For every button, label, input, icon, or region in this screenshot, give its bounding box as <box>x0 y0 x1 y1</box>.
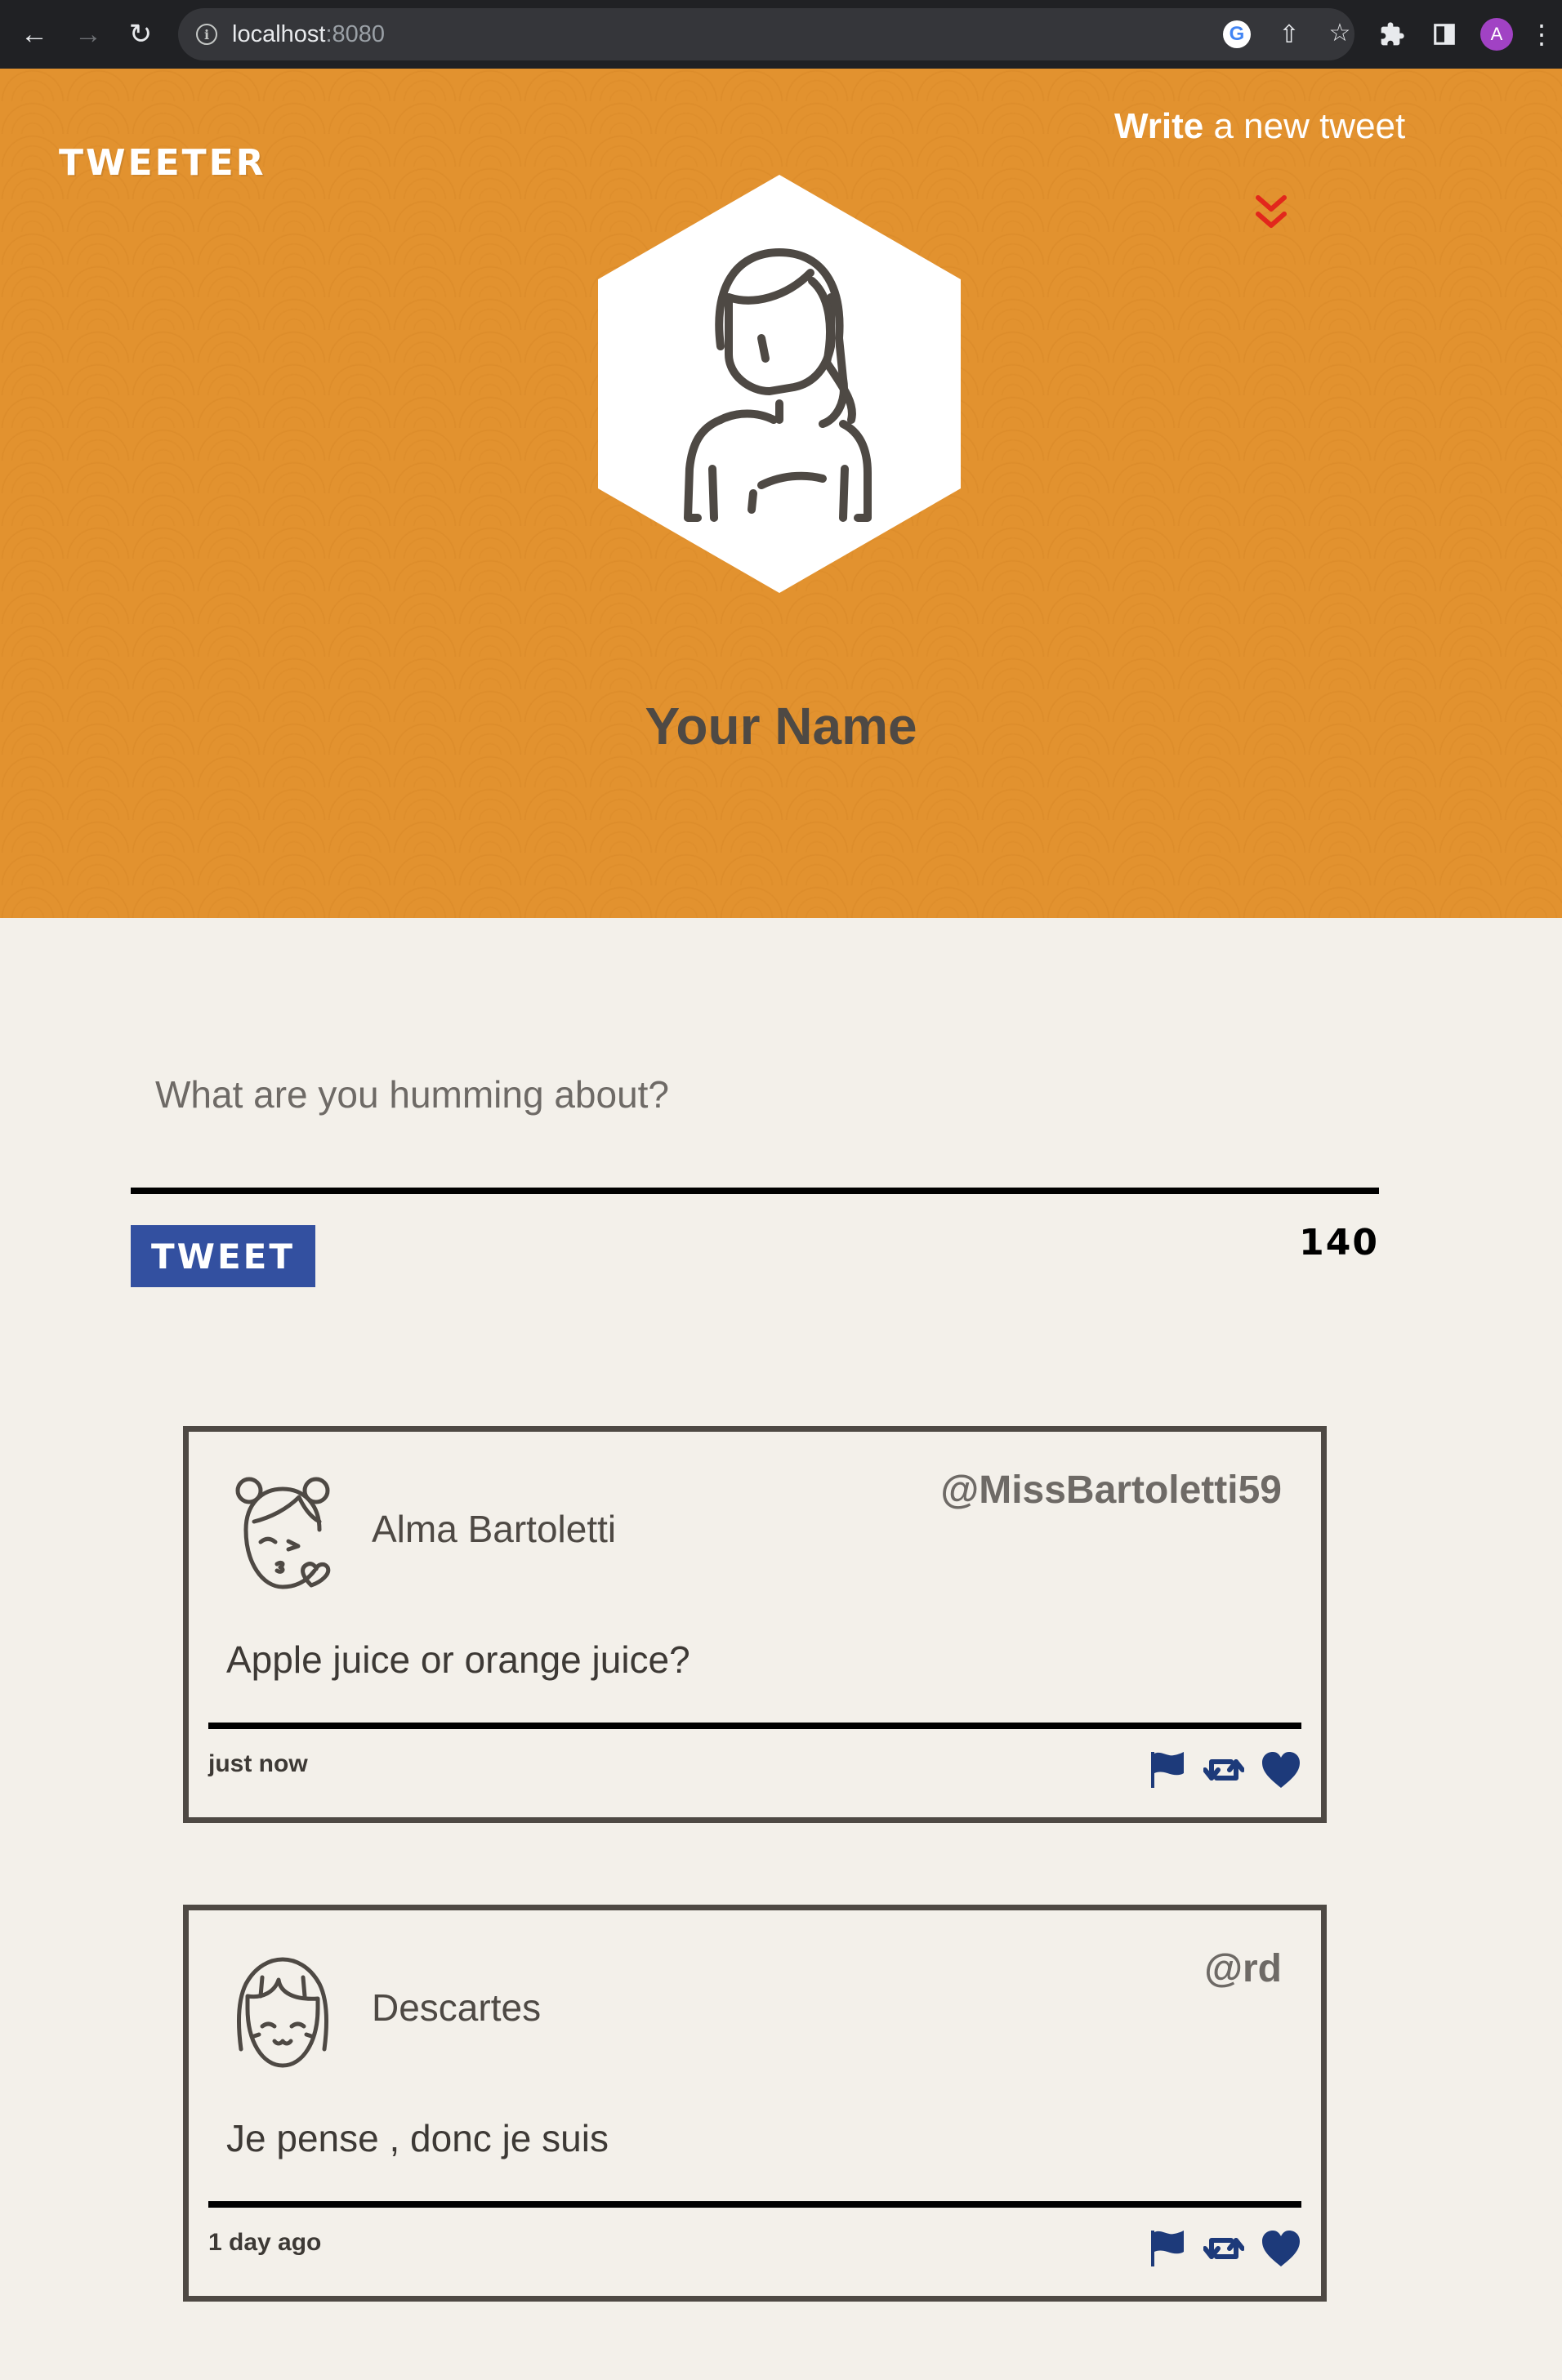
write-bold-text: Write <box>1114 106 1204 146</box>
extensions-puzzle-icon[interactable] <box>1374 16 1410 52</box>
retweet-icon[interactable] <box>1203 1750 1244 1789</box>
reload-icon[interactable]: ↻ <box>123 16 158 52</box>
flag-icon[interactable] <box>1146 1750 1187 1789</box>
girl-buns-kiss-icon <box>235 1477 331 1589</box>
heart-icon[interactable] <box>1261 1750 1301 1789</box>
tweet-author-name: Descartes <box>372 1986 542 2029</box>
address-bar[interactable]: i localhost:8080 G ⇧ ☆ <box>178 8 1354 60</box>
tweet-author-handle: @MissBartoletti59 <box>940 1469 1282 1512</box>
girl-bangs-smile-icon <box>237 1957 328 2068</box>
browser-menu-icon[interactable]: ⋮ <box>1529 16 1555 52</box>
url-host: localhost <box>232 21 326 47</box>
tweet-content: Je pense , donc je suis <box>226 2117 609 2159</box>
profile-header: TWEETER Write a new tweet Your Name <box>0 69 1562 918</box>
site-info-icon[interactable]: i <box>196 24 217 45</box>
url-port: :8080 <box>325 21 386 47</box>
bookmark-star-icon[interactable]: ☆ <box>1323 16 1356 49</box>
tweet-submit-button[interactable]: TWEET <box>131 1225 315 1287</box>
character-counter: 140 <box>1299 1222 1379 1264</box>
tweet-card: Alma Bartoletti @MissBartoletti59 Apple … <box>183 1426 1327 1823</box>
app-logo[interactable]: TWEETER <box>59 142 266 184</box>
tweet-divider <box>208 2201 1301 2208</box>
tweet-timestamp: 1 day ago <box>208 2229 322 2256</box>
heart-icon[interactable] <box>1261 2229 1301 2268</box>
google-lens-icon[interactable]: G <box>1221 18 1253 51</box>
tweet-author-handle: @rd <box>1204 1947 1282 1990</box>
user-avatar <box>598 175 961 593</box>
flag-icon[interactable] <box>1146 2229 1187 2268</box>
tweet-content: Apple juice or orange juice? <box>226 1638 690 1681</box>
tweet-actions <box>1146 2227 1301 2270</box>
back-arrow-icon[interactable]: ← <box>16 16 52 52</box>
profile-avatar[interactable]: A <box>1479 16 1515 52</box>
share-icon[interactable]: ⇧ <box>1273 18 1305 51</box>
tweet-divider <box>208 1723 1301 1729</box>
tweet-timestamp: just now <box>208 1750 308 1777</box>
double-chevron-down-icon[interactable] <box>1253 191 1289 232</box>
write-new-tweet-link[interactable]: Write a new tweet <box>1114 106 1405 147</box>
tweet-actions <box>1146 1749 1301 1791</box>
user-name: Your Name <box>645 697 917 755</box>
tweet-author-name: Alma Bartoletti <box>372 1508 617 1550</box>
forward-arrow-icon[interactable]: → <box>70 16 106 52</box>
write-rest-text: a new tweet <box>1203 106 1406 146</box>
retweet-icon[interactable] <box>1203 2229 1244 2268</box>
tweet-card: Descartes @rd Je pense , donc je suis 1 … <box>183 1905 1327 2302</box>
url-text[interactable]: localhost:8080 <box>232 21 385 48</box>
browser-toolbar: ← → ↻ i localhost:8080 G ⇧ ☆ A ⋮ <box>0 0 1562 69</box>
tweet-text-input[interactable] <box>155 1062 1364 1127</box>
compose-divider <box>131 1188 1379 1194</box>
side-panel-icon[interactable] <box>1426 16 1462 52</box>
